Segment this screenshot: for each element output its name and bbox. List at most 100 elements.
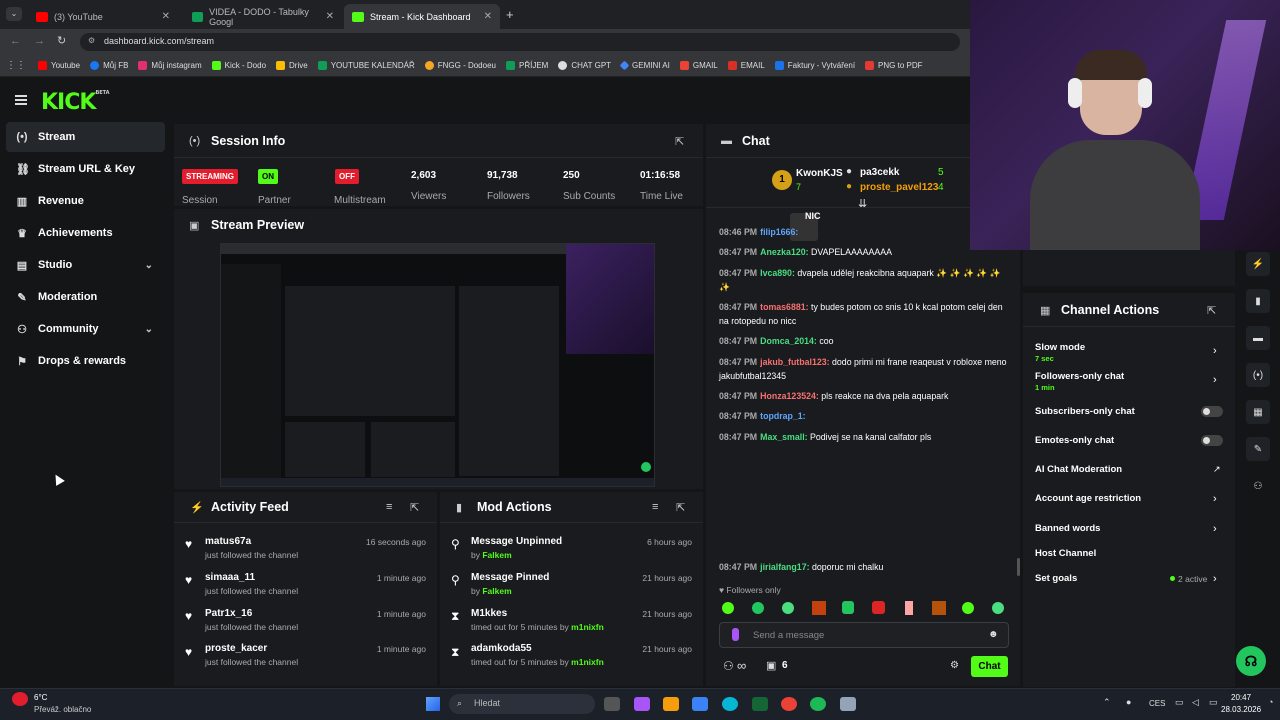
moderator-name[interactable]: m1nixfn — [571, 657, 604, 667]
chevron-right-icon[interactable]: › — [1213, 374, 1217, 386]
apps-icon[interactable]: ⋮⋮ — [6, 60, 26, 71]
expand-icon[interactable]: ⇊ — [858, 197, 867, 210]
filter-icon[interactable]: ≡ — [386, 501, 392, 513]
chat-message[interactable]: 08:47 PM topdrap_1: — [719, 410, 1009, 424]
wrench-icon[interactable]: ✎ — [1246, 437, 1270, 461]
menu-icon[interactable] — [15, 95, 27, 105]
chat-message[interactable]: 08:47 PM Honza123524: pls reakce na dva p… — [719, 390, 1009, 404]
chat-icon[interactable]: ▬ — [1246, 326, 1270, 350]
followers-only-label[interactable]: Followers-only chat — [1035, 371, 1124, 382]
copilot-icon[interactable] — [634, 697, 650, 711]
broadcast-icon[interactable]: (•) — [1246, 363, 1270, 387]
notification-icon[interactable]: ◔ — [1268, 697, 1273, 707]
close-icon[interactable]: ✕ — [162, 11, 170, 22]
emote-icon[interactable] — [872, 601, 885, 614]
chevron-right-icon[interactable]: › — [1213, 345, 1217, 357]
chat-message[interactable]: 08:47 PM Max_small: Podivej se na kanal c… — [719, 431, 1009, 445]
chevron-down-icon[interactable]: ⌄ — [145, 324, 153, 335]
moderator-name[interactable]: m1nixfn — [571, 622, 604, 632]
chevron-right-icon[interactable]: › — [1213, 523, 1217, 535]
chat-message[interactable]: 08:47 PM jakub_futbal123: dodo primi mi f… — [719, 356, 1009, 383]
feed-username[interactable]: simaaa_11 — [205, 572, 255, 583]
chat-message[interactable]: 08:47 PM tomas6881: ty budes potom co sni… — [719, 301, 1009, 328]
chat-scrollbar[interactable] — [1017, 558, 1020, 576]
chevron-right-icon[interactable]: › — [1213, 493, 1217, 505]
explorer-icon[interactable] — [663, 697, 679, 711]
mic-icon[interactable]: ● — [1126, 697, 1131, 707]
emote-icon[interactable] — [992, 602, 1004, 614]
new-tab-button[interactable]: + — [506, 7, 514, 22]
calculator-icon[interactable] — [840, 697, 856, 711]
gifter-name[interactable]: pa3cekk — [860, 167, 899, 178]
sidebar-item-stream[interactable]: (•) Stream — [6, 122, 165, 152]
emote-icon[interactable] — [905, 601, 913, 615]
reload-icon[interactable]: ↻ — [57, 34, 66, 47]
bookmark[interactable]: FNGG - Dodoeu — [424, 61, 496, 70]
bookmark[interactable]: EMAIL — [727, 61, 765, 70]
settings-icon[interactable]: ⚙ — [950, 660, 959, 671]
forward-icon[interactable]: → — [34, 35, 45, 47]
shield-icon[interactable]: ▮ — [1246, 289, 1270, 313]
emote-icon[interactable] — [932, 601, 946, 615]
chevron-up-icon[interactable]: ⌃ — [1103, 697, 1111, 708]
chat-message[interactable]: 08:47 PM jirialfang17: doporuc mi chalku — [719, 561, 1009, 575]
close-icon[interactable]: ✕ — [484, 11, 492, 22]
subscribers-only-toggle[interactable] — [1201, 406, 1223, 417]
ai-moderation-label[interactable]: AI Chat Moderation — [1035, 464, 1122, 475]
chat-input[interactable]: Send a message ☻ — [719, 622, 1009, 648]
stream-preview-video[interactable] — [220, 243, 655, 487]
tab-kick-dashboard[interactable]: Stream - Kick Dashboard ✕ — [344, 4, 500, 29]
chrome-icon[interactable] — [781, 697, 797, 711]
back-icon[interactable]: ← — [10, 35, 21, 47]
clock-time[interactable]: 20:47 — [1231, 693, 1251, 702]
bookmark[interactable]: Můj FB — [90, 61, 128, 70]
language-indicator[interactable]: CES — [1149, 699, 1165, 708]
taskbar-search[interactable]: ⌕ Hledat — [449, 694, 595, 714]
emote-bar[interactable] — [719, 600, 1009, 616]
mod-action-name[interactable]: adamkoda55 — [471, 643, 532, 654]
tab-youtube[interactable]: (3) YouTube ✕ — [28, 4, 178, 29]
emote-icon[interactable] — [782, 602, 794, 614]
banned-words-label[interactable]: Banned words — [1035, 523, 1100, 534]
sidebar-item-stream-url-key[interactable]: ⛓ Stream URL & Key — [6, 154, 165, 184]
host-channel-label[interactable]: Host Channel — [1035, 548, 1096, 559]
chat-message[interactable]: 08:47 PM Ivca890: dvapela udělej reakcibn… — [719, 267, 1009, 294]
moderator-name[interactable]: Falkem — [482, 550, 511, 560]
bookmark[interactable]: Youtube — [38, 61, 80, 70]
popout-icon[interactable]: ⇱ — [675, 135, 684, 148]
users-icon[interactable]: ⚇ — [1246, 474, 1270, 498]
bookmark[interactable]: GMAIL — [679, 61, 718, 70]
bookmark[interactable]: CHAT GPT — [558, 61, 611, 70]
feed-username[interactable]: proste_kacer — [205, 643, 267, 654]
gifter-name[interactable]: proste_pavel123 — [860, 182, 938, 193]
emote-icon[interactable] — [812, 601, 826, 615]
bookmark[interactable]: Kick - Dodo — [211, 61, 266, 70]
gift-icon[interactable]: ▣ — [766, 659, 776, 672]
close-icon[interactable]: ✕ — [326, 11, 334, 22]
channel-icon[interactable]: ▦ — [1246, 400, 1270, 424]
kick-logo[interactable]: KICKBETA — [41, 90, 110, 115]
filter-icon[interactable]: ≡ — [652, 501, 658, 513]
chevron-down-icon[interactable]: ⌄ — [145, 260, 153, 271]
emote-icon[interactable] — [842, 601, 854, 614]
clock-date[interactable]: 28.03.2026 — [1221, 705, 1261, 714]
chat-message[interactable]: 08:46 PM filip1666: — [719, 226, 1009, 240]
sidebar-item-achievements[interactable]: ♛ Achievements — [6, 218, 165, 248]
external-link-icon[interactable]: ↗ — [1213, 464, 1221, 475]
account-age-label[interactable]: Account age restriction — [1035, 493, 1141, 504]
sidebar-item-revenue[interactable]: ▥ Revenue — [6, 186, 165, 216]
emote-icon[interactable] — [962, 602, 974, 614]
moderator-name[interactable]: Falkem — [482, 586, 511, 596]
spotify-icon[interactable] — [810, 697, 826, 711]
popout-icon[interactable]: ⇱ — [676, 501, 685, 514]
emote-icon[interactable] — [752, 602, 764, 614]
sidebar-item-drops-rewards[interactable]: ⚑ Drops & rewards — [6, 346, 165, 376]
battery-icon[interactable]: ▭ — [1209, 697, 1218, 708]
bookmark[interactable]: PŘÍJEM — [505, 61, 548, 70]
bookmark[interactable]: PNG to PDF — [865, 61, 923, 70]
support-icon[interactable]: ☊ — [1236, 646, 1266, 676]
network-icon[interactable]: ▭ — [1175, 697, 1184, 708]
sidebar-item-community[interactable]: ⚇ Community ⌄ — [6, 314, 165, 344]
bookmark[interactable]: Drive — [276, 61, 308, 70]
slow-mode-label[interactable]: Slow mode — [1035, 342, 1085, 353]
